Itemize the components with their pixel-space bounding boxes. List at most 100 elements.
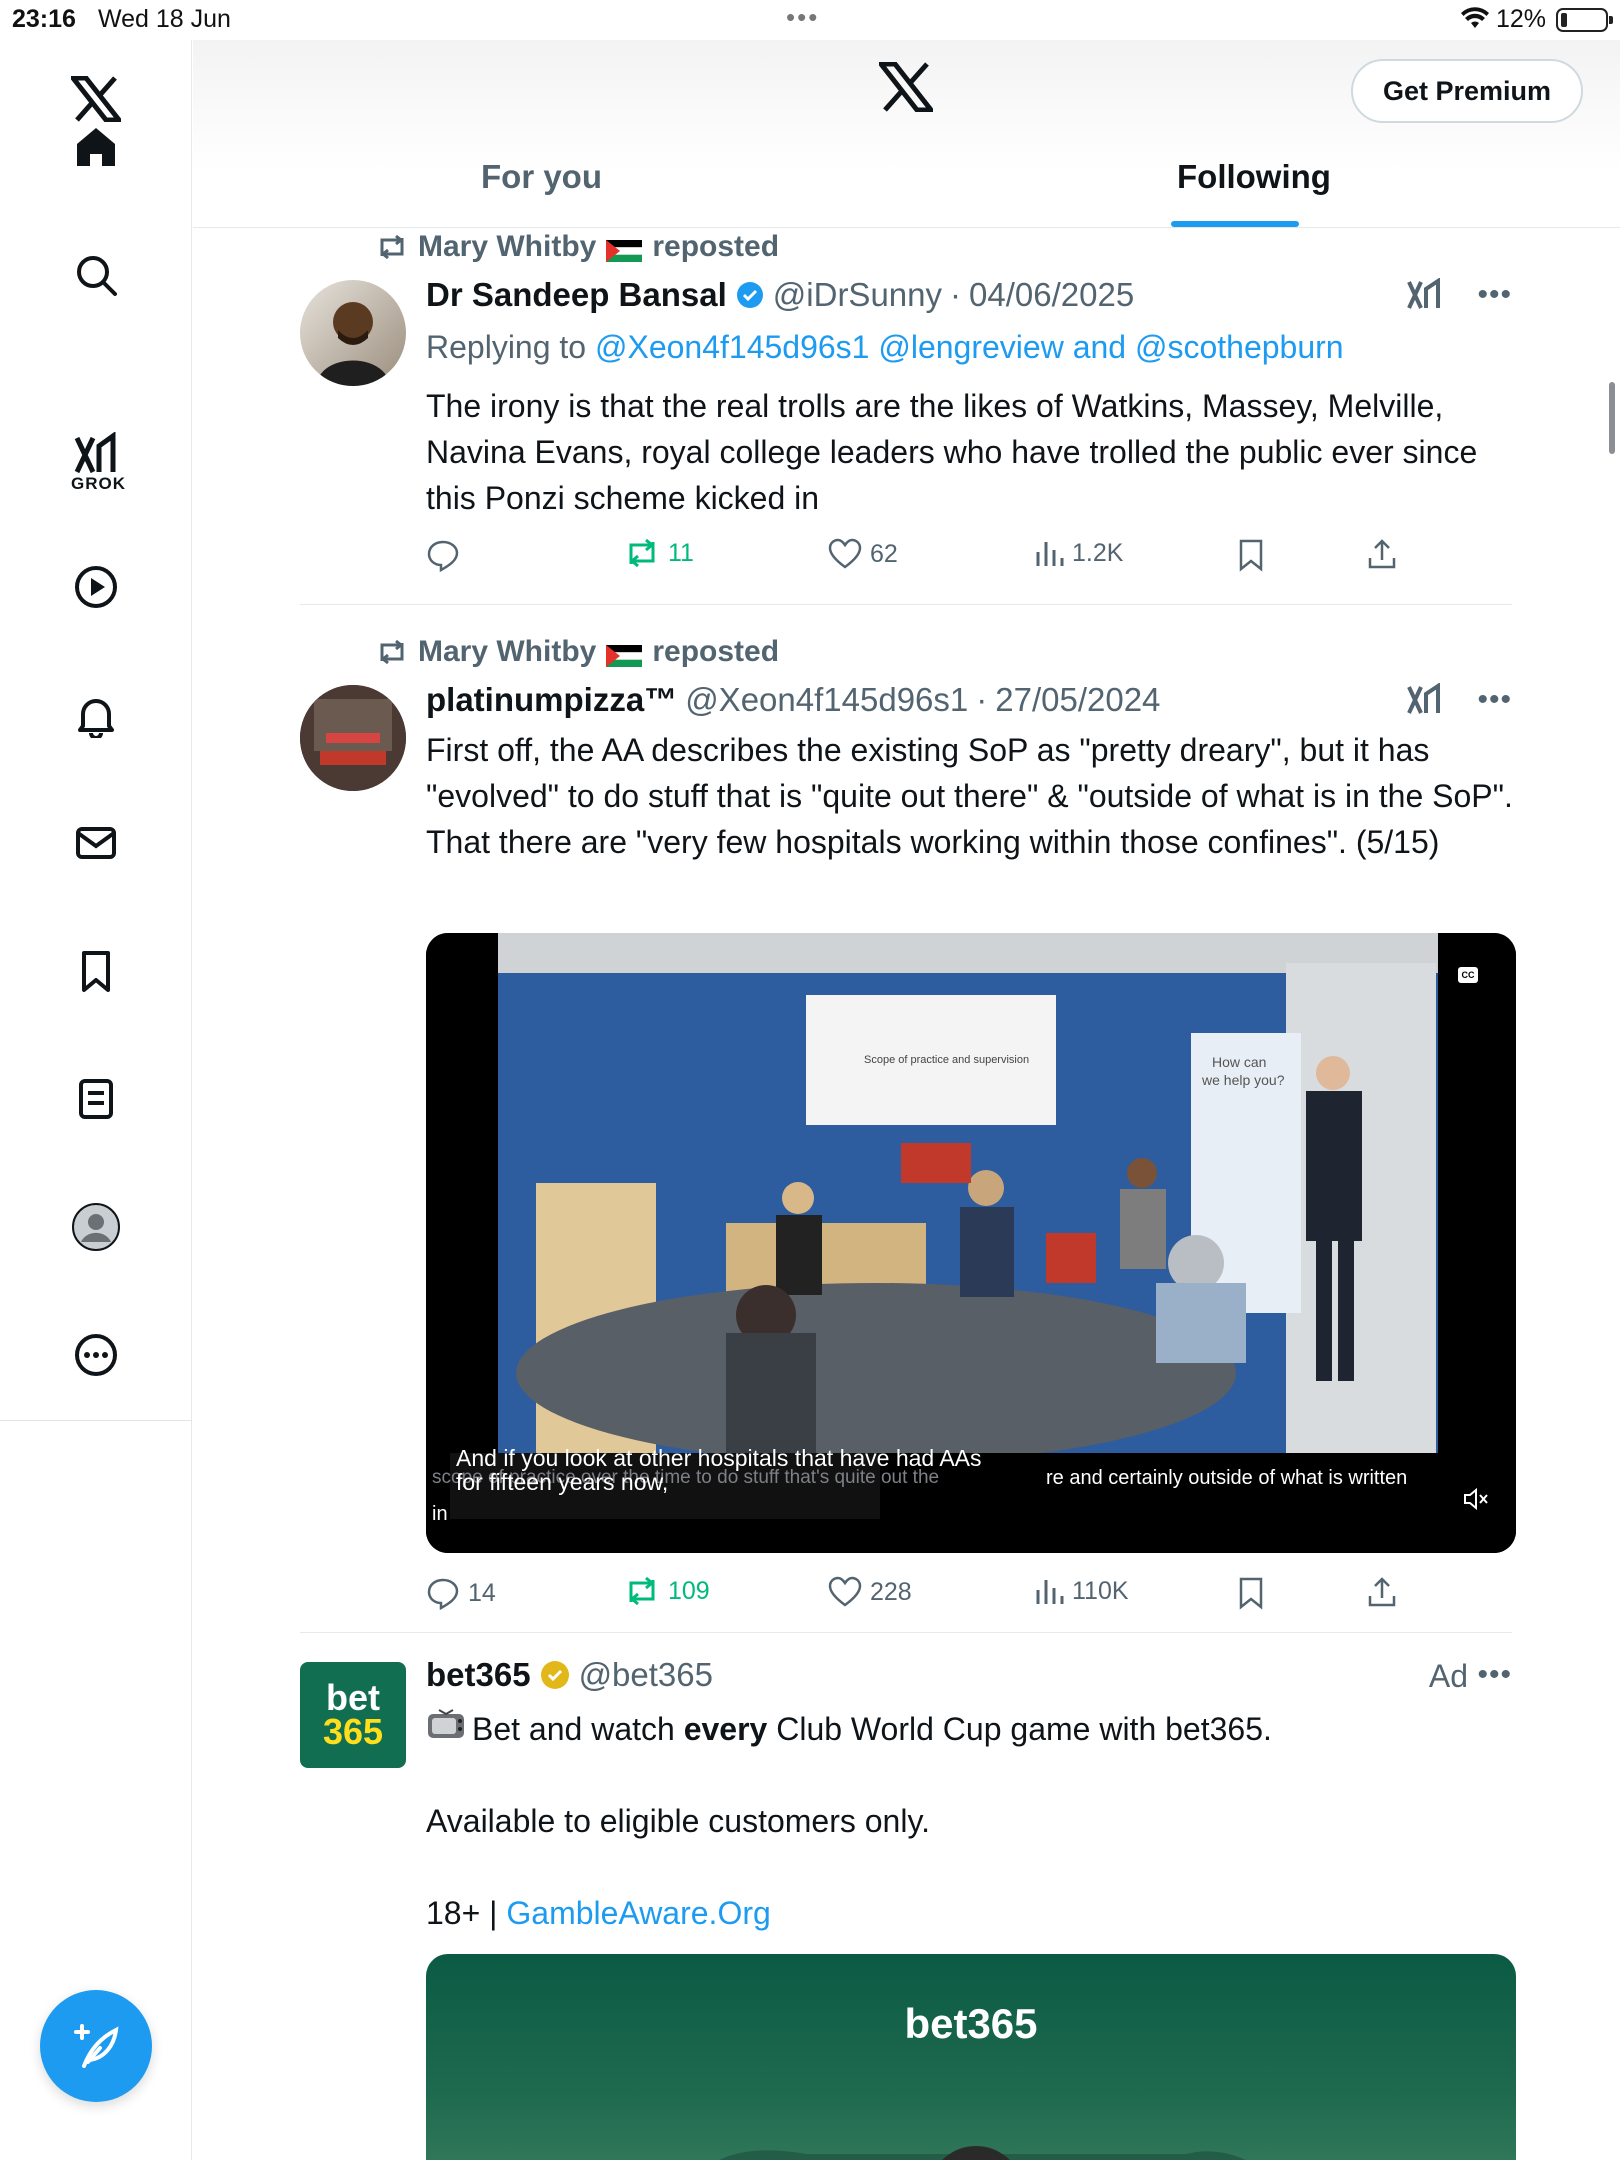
svg-text:How can: How can (1212, 1054, 1266, 1070)
more-options-icon[interactable]: ••• (1477, 683, 1512, 717)
gambleaware-link[interactable]: GambleAware.Org (506, 1895, 770, 1931)
tab-for-you[interactable]: For you (481, 158, 602, 196)
like-button[interactable]: 62 (828, 538, 898, 570)
reply-button[interactable]: 14 (426, 1576, 496, 1610)
tweet-text-line: 18+ | GambleAware.Org (426, 1895, 771, 1931)
video-caption-background: in (432, 1503, 448, 1525)
share-button[interactable] (1366, 1576, 1398, 1608)
mention-link[interactable]: @lengreview (878, 329, 1063, 365)
views-chart-icon (1036, 1580, 1064, 1604)
grok-icon[interactable]: GROK (61, 426, 131, 496)
tweet-header: bet365 @bet365 (426, 1656, 713, 1694)
video-player[interactable]: Scope of practice and supervision How ca… (426, 933, 1516, 1553)
author-handle[interactable]: @iDrSunny (773, 276, 942, 314)
mute-icon[interactable] (1462, 1487, 1490, 1516)
reply-icon (427, 540, 459, 572)
notifications-bell-icon[interactable] (61, 680, 131, 750)
reposted-label: reposted (652, 635, 780, 668)
author-name[interactable]: platinumpizza™ (426, 681, 677, 719)
status-date: Wed 18 Jun (98, 5, 231, 33)
author-handle[interactable]: @bet365 (579, 1656, 713, 1694)
video-caption-background: re and certainly outside of what is writ… (1046, 1467, 1408, 1489)
like-button[interactable]: 228 (828, 1576, 912, 1608)
palestine-flag-icon (606, 236, 643, 262)
ad-tweet-card[interactable]: bet 365 bet365 @bet365 Ad ••• Bet and wa… (300, 1656, 1516, 2160)
repost-button[interactable]: 11 (624, 538, 694, 568)
bookmarks-icon[interactable] (61, 936, 131, 1006)
bookmark-button[interactable] (1236, 1576, 1266, 1610)
tweet-text: Bet and watch every Club World Cup game … (426, 1706, 1516, 1756)
tweet-divider (300, 604, 1512, 605)
bookmark-button[interactable] (1236, 538, 1266, 572)
active-tab-indicator (1171, 221, 1299, 227)
grok-label: GROK (71, 474, 126, 493)
closed-captions-button[interactable]: CC (1458, 967, 1478, 983)
messages-envelope-icon[interactable] (61, 808, 131, 878)
reply-count: 14 (468, 1578, 496, 1607)
sidebar: GROK (0, 40, 192, 2160)
svg-text:we help you?: we help you? (1201, 1072, 1285, 1088)
share-button[interactable] (1366, 538, 1398, 570)
like-count: 62 (870, 539, 898, 568)
mention-link[interactable]: @scothepburn (1135, 329, 1344, 365)
tweet-card[interactable]: Mary Whitby reposted Dr Sandeep Bansal @… (300, 228, 1512, 603)
author-handle[interactable]: @Xeon4f145d96s1 (685, 681, 968, 719)
view-count: 1.2K (1072, 538, 1124, 567)
tweet-card[interactable]: Mary Whitby reposted platinumpizza™ @Xeo… (300, 633, 1516, 1628)
home-icon[interactable] (61, 112, 131, 182)
profile-avatar-icon[interactable] (61, 1192, 131, 1262)
video-icon[interactable] (61, 552, 131, 622)
avatar-logo-text: 365 (322, 1711, 384, 1752)
multitask-dots[interactable]: ••• (786, 2, 819, 33)
banner-figure (719, 2146, 1246, 2160)
bookmark-icon (1239, 539, 1263, 572)
video-caption: for fifteen years now, (456, 1469, 669, 1495)
avatar[interactable] (300, 685, 406, 791)
views-button[interactable]: 1.2K (1034, 538, 1123, 568)
ad-label: Ad (1428, 1658, 1468, 1694)
repost-indicator: Mary Whitby reposted (376, 635, 779, 669)
compose-post-button[interactable] (40, 1990, 152, 2102)
author-name[interactable]: Dr Sandeep Bansal (426, 276, 727, 314)
avatar-logo-text: bet (326, 1677, 380, 1718)
tweet-divider (300, 1632, 1512, 1633)
svg-text:Scope of practice and supervis: Scope of practice and supervision (864, 1054, 1029, 1066)
views-button[interactable]: 110K (1034, 1576, 1129, 1606)
share-icon (1368, 539, 1396, 569)
status-bar: 23:16 Wed 18 Jun ••• 12% (0, 0, 1620, 40)
tweet-date[interactable]: 27/05/2024 (995, 681, 1160, 719)
grok-explain-icon[interactable] (1406, 682, 1442, 722)
reply-and: and (1072, 329, 1127, 365)
more-options-icon[interactable]: ••• (1477, 278, 1512, 312)
get-premium-button[interactable]: Get Premium (1351, 59, 1583, 123)
lists-icon[interactable] (61, 1064, 131, 1134)
reposter-name[interactable]: Mary Whitby (418, 635, 596, 669)
feather-plus-icon (74, 2024, 119, 2068)
author-name[interactable]: bet365 (426, 1656, 531, 1694)
views-chart-icon (1036, 542, 1064, 566)
tweet-date[interactable]: 04/06/2025 (969, 276, 1134, 314)
mention-link[interactable]: @Xeon4f145d96s1 (595, 329, 869, 365)
grok-explain-icon[interactable] (1406, 277, 1442, 317)
tab-following[interactable]: Following (1177, 158, 1331, 196)
more-options-icon[interactable]: ••• (1477, 1658, 1512, 1692)
wifi-icon (1460, 6, 1490, 37)
like-count: 228 (870, 1577, 912, 1606)
more-options-icon[interactable] (61, 1320, 131, 1390)
palestine-flag-icon (606, 641, 643, 667)
status-time: 23:16 (12, 5, 76, 33)
repost-button[interactable]: 109 (624, 1576, 710, 1606)
scrollbar[interactable] (1609, 382, 1615, 454)
tweet-header: Dr Sandeep Bansal @iDrSunny · 04/06/2025 (426, 276, 1134, 314)
reply-button[interactable] (426, 538, 460, 572)
repost-icon (380, 234, 404, 260)
avatar[interactable]: bet 365 (300, 1662, 406, 1768)
search-icon[interactable] (61, 240, 131, 310)
timeline-header: Get Premium For you Following (193, 40, 1620, 228)
avatar[interactable] (300, 280, 406, 386)
tweet-text-line: Available to eligible customers only. (426, 1803, 930, 1839)
ad-banner-image[interactable]: bet365 (426, 1954, 1516, 2160)
bookmark-icon (1239, 1577, 1263, 1610)
reposter-name[interactable]: Mary Whitby (418, 230, 596, 264)
reply-context: Replying to @Xeon4f145d96s1 @lengreview … (426, 324, 1516, 370)
